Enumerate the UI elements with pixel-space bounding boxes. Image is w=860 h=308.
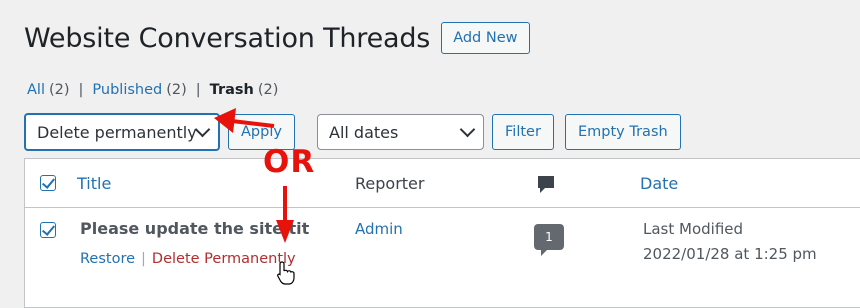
arrow-to-bulk-select <box>231 119 275 128</box>
arrow-head-left <box>214 108 236 133</box>
arrow-head-down <box>276 220 294 243</box>
hand-cursor-icon <box>277 261 295 285</box>
annotation-arrows <box>214 108 294 243</box>
